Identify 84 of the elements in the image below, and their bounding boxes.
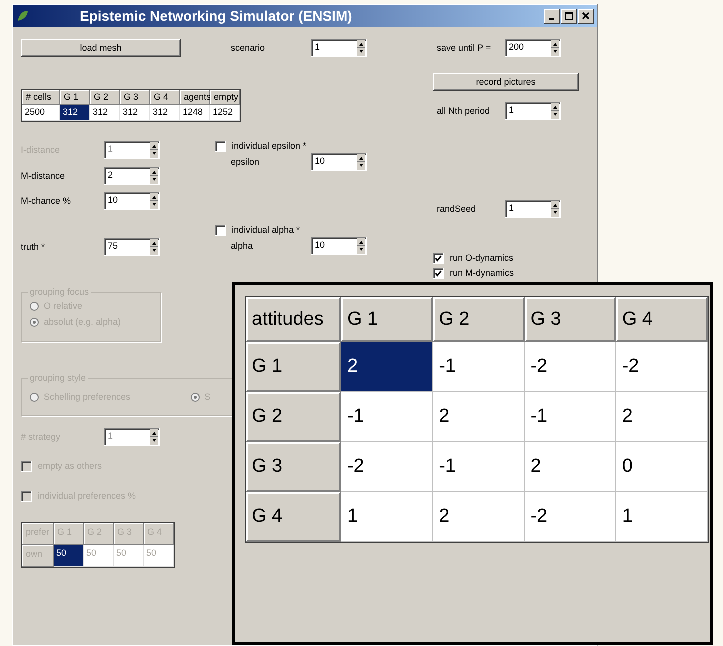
spin-field[interactable]: 10 [104, 192, 160, 210]
field-label: scenario [230, 43, 266, 53]
field-label: truth * [21, 242, 46, 252]
table-cell[interactable]: -1 [341, 392, 434, 442]
minimize-button[interactable] [544, 8, 560, 24]
field-label: M-distance [21, 171, 66, 181]
field-label: all Nth period [436, 106, 492, 116]
table-cell[interactable]: 0 [616, 442, 708, 492]
column-header: G 1 [60, 90, 90, 105]
field-label: epsilon [230, 157, 261, 167]
column-header: G 3 [120, 90, 150, 105]
spin-arrows-icon[interactable] [357, 40, 366, 56]
column-header: G 2 [90, 90, 120, 105]
table-cell[interactable]: -1 [433, 442, 525, 492]
spin-arrows-icon[interactable] [357, 238, 366, 254]
column-header: G 2 [433, 297, 525, 342]
maximize-button[interactable] [561, 8, 577, 24]
table-cell[interactable]: 1252 [210, 105, 240, 121]
spin-field[interactable]: 200 [505, 39, 561, 57]
field-label: alpha [230, 241, 254, 251]
column-header: agents [180, 90, 210, 105]
spin-field[interactable]: 2 [104, 167, 160, 185]
checkbox-label: individual epsilon * [232, 141, 307, 151]
column-header: G 3 [524, 297, 616, 342]
checkbox[interactable] [215, 224, 226, 236]
table-cell[interactable]: 1248 [180, 105, 210, 121]
spin-arrows-icon[interactable] [150, 168, 159, 184]
table-cell[interactable]: 1 [616, 492, 708, 542]
checkbox-label: run O-dynamics [450, 253, 514, 263]
close-icon[interactable] [581, 11, 591, 21]
table-cell[interactable]: 312 [150, 105, 180, 121]
table-cell[interactable]: -2 [341, 442, 434, 492]
spin-arrows-icon[interactable] [551, 40, 560, 56]
checkbox[interactable] [433, 268, 444, 278]
table-cell[interactable]: 312 [120, 105, 150, 121]
maximize-icon[interactable] [564, 11, 574, 21]
table-cell[interactable]: 312 [90, 105, 120, 121]
row-header: G 4 [246, 492, 342, 542]
row-header: G 3 [246, 442, 342, 492]
corner-header: attitudes [246, 297, 342, 342]
checkbox-label: individual alpha * [232, 225, 300, 235]
spin-field[interactable]: 1 [505, 200, 561, 218]
row-header: G 2 [246, 392, 342, 442]
table-cell[interactable]: 1 [341, 492, 434, 542]
spin-arrows-icon[interactable] [150, 193, 159, 209]
table-cell[interactable]: 50 [54, 545, 84, 567]
column-header: G 4 [616, 297, 708, 342]
table-cell[interactable]: 312 [60, 105, 90, 121]
spin-arrows-icon[interactable] [357, 154, 366, 170]
column-header: empty [210, 90, 240, 105]
table-cell[interactable]: 2500 [22, 105, 60, 121]
row-header: G 1 [246, 342, 342, 392]
window-title: Epistemic Networking Simulator (ENSIM) [80, 8, 354, 24]
spin-arrows-icon[interactable] [150, 239, 159, 255]
record-pictures-button[interactable]: record pictures [433, 73, 579, 91]
checkbox-label: run M-dynamics [450, 268, 514, 278]
table-cell[interactable]: -2 [616, 342, 708, 392]
spin-field[interactable]: 10 [311, 153, 367, 171]
field-label: randSeed [436, 204, 478, 214]
column-header: G 1 [341, 297, 434, 342]
table-cell[interactable]: 2 [524, 442, 616, 492]
table-cell[interactable]: -2 [524, 342, 616, 392]
spin-field[interactable]: 75 [104, 238, 160, 256]
checkbox[interactable] [433, 252, 444, 264]
field-label: save until P = [436, 43, 492, 53]
table-cell[interactable]: 2 [433, 392, 525, 442]
leaf-icon [16, 9, 30, 23]
field-label: M-chance % [21, 196, 72, 206]
table-cell[interactable]: 2 [433, 492, 525, 542]
table-cell[interactable]: -2 [524, 492, 616, 542]
table-cell[interactable]: -1 [524, 392, 616, 442]
close-button[interactable] [578, 8, 594, 24]
table-cell[interactable]: -1 [433, 342, 525, 392]
table-cell[interactable]: 2 [341, 342, 434, 392]
column-header: G 4 [150, 90, 180, 105]
spin-field[interactable]: 10 [311, 237, 367, 255]
column-header: # cells [22, 90, 60, 105]
load-mesh-button[interactable]: load mesh [21, 39, 181, 57]
spin-field[interactable]: 1 [505, 102, 561, 120]
spin-field[interactable]: 1 [311, 39, 367, 57]
checkbox[interactable] [215, 140, 226, 152]
spin-arrows-icon[interactable] [551, 103, 560, 119]
table-cell[interactable]: 2 [616, 392, 708, 442]
spin-arrows-icon[interactable] [551, 201, 560, 217]
